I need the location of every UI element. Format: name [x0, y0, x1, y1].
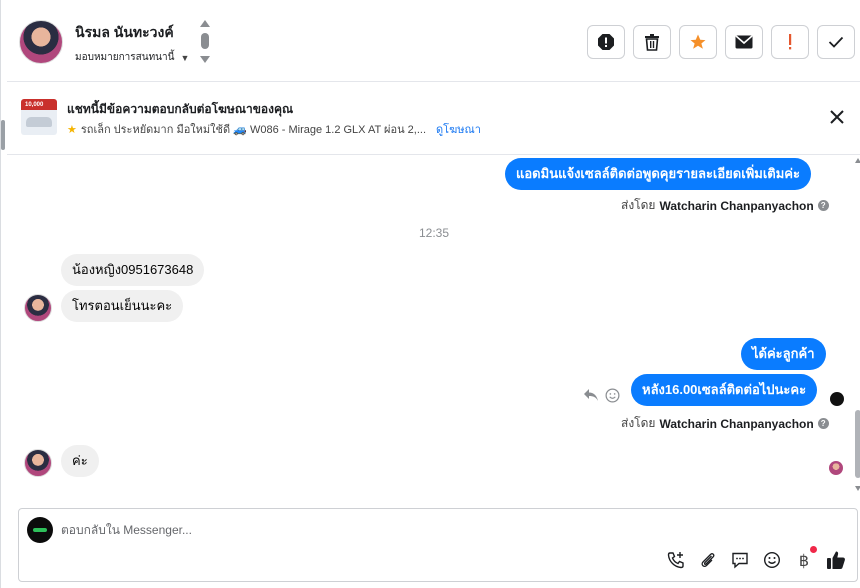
- emoji-icon: [763, 551, 781, 569]
- seen-contact-avatar: [829, 461, 843, 475]
- chevron-down-icon: ▼: [180, 52, 190, 63]
- outgoing-message[interactable]: หลัง16.00เซลล์ติดต่อไปนะคะ: [631, 374, 818, 406]
- info-icon[interactable]: ?: [817, 200, 829, 211]
- message-timestamp: 12:35: [419, 226, 450, 240]
- incoming-message[interactable]: น้องหญิง0951673648: [61, 254, 205, 286]
- ad-description: รถเล็ก ประหยัดมาก มือใหม่ใช้ดี 🚙 W086 - …: [80, 124, 427, 136]
- payment-button[interactable]: ฿: [793, 546, 817, 571]
- assign-label: มอบหมายการสนทนานี้: [75, 52, 175, 63]
- thumbs-up-icon: [827, 551, 845, 569]
- call-button[interactable]: [665, 549, 687, 571]
- contact-name[interactable]: นิรมล นันทะวงค์: [75, 22, 174, 44]
- car-image: [26, 117, 52, 127]
- baht-icon: ฿: [798, 550, 810, 570]
- incoming-message[interactable]: โทรตอนเย็นนะคะ: [61, 290, 184, 322]
- thread-scrollbar[interactable]: [855, 156, 860, 496]
- sent-by-label: ส่งโดย Watcharin Chanpanyachon ?: [621, 196, 829, 215]
- saved-replies-button[interactable]: [729, 549, 751, 571]
- ad-banner-subtitle: ★ รถเล็ก ประหยัดมาก มือใหม่ใช้ดี 🚙 W086 …: [67, 120, 481, 138]
- ad-banner-title: แชทนี้มีข้อความตอบกลับต่อโฆษณาของคุณ: [67, 102, 294, 116]
- info-icon[interactable]: ?: [817, 418, 829, 429]
- scroll-up-icon[interactable]: [855, 158, 860, 163]
- sender-name: Watcharin Chanpanyachon: [659, 198, 814, 213]
- incoming-message[interactable]: ค่ะ: [61, 445, 99, 477]
- send-like-button[interactable]: [825, 549, 847, 571]
- outgoing-message[interactable]: ได้ค่ะลูกค้า: [741, 338, 826, 370]
- close-icon: [830, 110, 844, 124]
- mark-spam-button[interactable]: [587, 25, 625, 59]
- inbox-frame: นิรมล นันทะวงค์ มอบหมายการสนทนานี้ ▼ 10,…: [0, 0, 860, 588]
- outgoing-message[interactable]: แอดมินแจ้งเซลล์ติดต่อพูดคุยรายละเอียดเพิ…: [505, 158, 811, 190]
- check-icon: [828, 36, 844, 48]
- page-avatar: [27, 517, 53, 543]
- seen-page-avatar: [830, 392, 844, 406]
- reply-input[interactable]: [61, 521, 661, 539]
- sender-name: Watcharin Chanpanyachon: [659, 416, 814, 431]
- drag-handle-icon: [201, 33, 209, 49]
- paperclip-icon: [701, 553, 715, 567]
- emoji-button[interactable]: [761, 549, 783, 571]
- ad-thumb-price: 10,000: [25, 102, 44, 108]
- phone-add-icon: [667, 552, 684, 569]
- star-icon: ★: [67, 123, 77, 136]
- reply-icon[interactable]: [583, 388, 599, 402]
- chat-bubble-icon: [732, 552, 748, 569]
- conversation-nav-handle[interactable]: [199, 20, 211, 66]
- composer-toolbar: ฿: [665, 546, 847, 571]
- react-emoji-icon[interactable]: [605, 388, 620, 403]
- sent-by-prefix: ส่งโดย: [621, 198, 656, 212]
- side-scrollbar[interactable]: [1, 120, 5, 150]
- contact-avatar[interactable]: [19, 20, 63, 64]
- delete-button[interactable]: [633, 25, 671, 59]
- message-thread[interactable]: แอดมินแจ้งเซลล์ติดต่อพูดคุยรายละเอียดเพิ…: [7, 156, 855, 506]
- attach-button[interactable]: [697, 549, 719, 571]
- envelope-icon: [735, 35, 753, 49]
- star-icon: [690, 34, 706, 49]
- important-icon: [789, 34, 792, 50]
- spam-icon: [598, 34, 614, 50]
- contact-avatar-small[interactable]: [24, 449, 52, 477]
- mark-unread-button[interactable]: [725, 25, 763, 59]
- view-ad-link[interactable]: ดูโฆษณา: [436, 120, 481, 138]
- trash-icon: [645, 34, 659, 51]
- reply-composer: ฿: [18, 508, 858, 582]
- mark-done-button[interactable]: [817, 25, 855, 59]
- arrow-up-icon[interactable]: [200, 20, 210, 27]
- scrollbar-thumb[interactable]: [855, 410, 860, 478]
- scroll-down-icon[interactable]: [855, 486, 860, 491]
- follow-up-button[interactable]: [679, 25, 717, 59]
- assign-conversation-dropdown[interactable]: มอบหมายการสนทนานี้ ▼: [75, 50, 189, 65]
- arrow-down-icon[interactable]: [200, 56, 210, 63]
- contact-avatar-small[interactable]: [24, 294, 52, 322]
- sent-by-prefix: ส่งโดย: [621, 416, 656, 430]
- mark-important-button[interactable]: [771, 25, 809, 59]
- conversation-actions: [587, 25, 855, 59]
- close-banner-button[interactable]: [829, 109, 845, 125]
- sent-by-label: ส่งโดย Watcharin Chanpanyachon ?: [621, 414, 829, 433]
- conversation-header: นิรมล นันทะวงค์ มอบหมายการสนทนานี้ ▼: [7, 0, 860, 82]
- ad-thumbnail[interactable]: 10,000: [21, 99, 57, 135]
- ad-reply-banner: 10,000 แชทนี้มีข้อความตอบกลับต่อโฆษณาของ…: [7, 83, 860, 155]
- notification-dot: [810, 546, 817, 553]
